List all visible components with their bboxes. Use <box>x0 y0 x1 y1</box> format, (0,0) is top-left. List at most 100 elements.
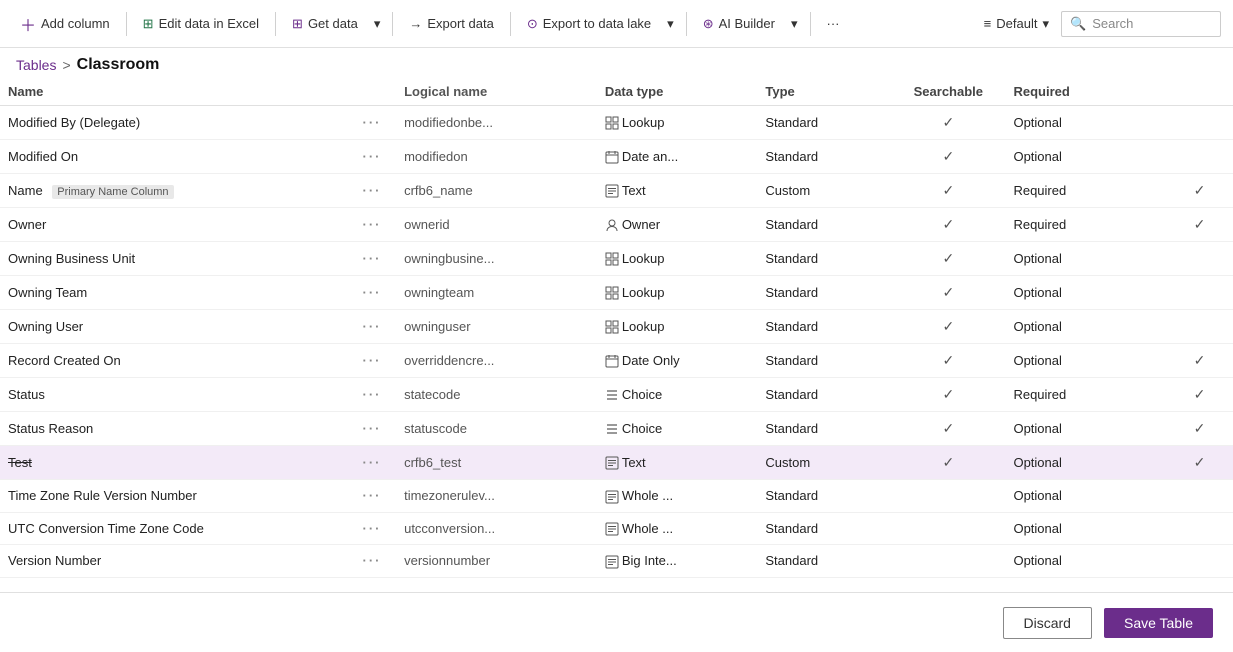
cell-logical-name: timezonerulev... <box>396 480 597 513</box>
cell-data-type: Choice <box>597 412 758 446</box>
searchable-check: ✓ <box>942 386 954 402</box>
table-row[interactable]: Status Reason···statuscodeChoiceStandard… <box>0 412 1233 446</box>
table-row[interactable]: Owning User···owninguserLookupStandard✓O… <box>0 310 1233 344</box>
get-data-button[interactable]: ⊞ Get data <box>284 11 366 37</box>
footer: Discard Save Table <box>0 592 1233 652</box>
more-options-icon[interactable]: ··· <box>363 488 382 503</box>
cell-required-check <box>1166 512 1233 545</box>
export-lake-button[interactable]: ⊙ Export to data lake <box>519 11 659 37</box>
more-options-icon[interactable]: ··· <box>363 553 382 568</box>
more-options-icon[interactable]: ··· <box>363 149 382 164</box>
add-column-button[interactable]: ＋ Add column <box>12 7 118 41</box>
cell-searchable: ✓ <box>891 208 1005 242</box>
table-row[interactable]: Status···statecodeChoiceStandard✓Require… <box>0 378 1233 412</box>
search-icon: 🔍 <box>1070 16 1086 32</box>
discard-button[interactable]: Discard <box>1003 607 1092 639</box>
cell-logical-name: crfb6_test <box>396 446 597 480</box>
searchable-check: ✓ <box>942 352 954 368</box>
searchable-check: ✓ <box>942 250 954 266</box>
cell-required-check: ✓ <box>1166 174 1233 208</box>
cell-required-check: ✓ <box>1166 378 1233 412</box>
cell-more-options[interactable]: ··· <box>348 106 396 140</box>
export-data-icon: → <box>409 16 422 31</box>
table-row[interactable]: Modified By (Delegate)···modifiedonbe...… <box>0 106 1233 140</box>
get-data-icon: ⊞ <box>292 16 303 32</box>
table-row[interactable]: Modified On···modifiedonDate an...Standa… <box>0 140 1233 174</box>
table-row[interactable]: Owning Team···owningteamLookupStandard✓O… <box>0 276 1233 310</box>
separator-3 <box>392 12 393 36</box>
cell-searchable: ✓ <box>891 344 1005 378</box>
cell-more-options[interactable]: ··· <box>348 446 396 480</box>
cell-more-options[interactable]: ··· <box>348 242 396 276</box>
cell-type: Custom <box>757 446 891 480</box>
more-options-icon[interactable]: ··· <box>363 353 382 368</box>
more-options-icon[interactable]: ··· <box>363 285 382 300</box>
cell-name: Owning Team <box>0 276 348 310</box>
export-lake-dropdown[interactable]: ▾ <box>663 11 678 37</box>
cell-name: Owning Business Unit <box>0 242 348 276</box>
save-table-button[interactable]: Save Table <box>1104 608 1213 638</box>
cell-required: Optional <box>1005 106 1166 140</box>
default-dropdown-icon: ▾ <box>1042 16 1049 32</box>
table-row[interactable]: Test···crfb6_testTextCustom✓Optional✓ <box>0 446 1233 480</box>
more-options-icon[interactable]: ··· <box>363 183 382 198</box>
col-header-name: Name <box>0 78 348 106</box>
cell-required-check: ✓ <box>1166 446 1233 480</box>
more-options-icon[interactable]: ··· <box>363 455 382 470</box>
cell-required: Optional <box>1005 545 1166 578</box>
cell-data-type: Owner <box>597 208 758 242</box>
table-row[interactable]: Owner···owneridOwnerStandard✓Required✓ <box>0 208 1233 242</box>
cell-more-options[interactable]: ··· <box>348 310 396 344</box>
cell-more-options[interactable]: ··· <box>348 378 396 412</box>
cell-required-check <box>1166 480 1233 513</box>
more-options-icon[interactable]: ··· <box>363 421 382 436</box>
cell-more-options[interactable]: ··· <box>348 512 396 545</box>
cell-name: Time Zone Rule Version Number <box>0 480 348 513</box>
cell-required-check <box>1166 106 1233 140</box>
ai-builder-button[interactable]: ⊛ AI Builder <box>695 11 783 37</box>
edit-excel-button[interactable]: ⊞ Edit data in Excel <box>135 11 267 37</box>
search-box[interactable]: 🔍 Search <box>1061 11 1221 37</box>
dropdown-arrow-get-data[interactable]: ▾ <box>370 11 385 37</box>
export-data-button[interactable]: → Export data <box>401 11 502 36</box>
separator-1 <box>126 12 127 36</box>
cell-data-type: Text <box>597 446 758 480</box>
cell-name: Test <box>0 446 348 480</box>
more-options-icon[interactable]: ··· <box>363 217 382 232</box>
more-options-icon[interactable]: ··· <box>363 387 382 402</box>
table-row[interactable]: Time Zone Rule Version Number ··· timezone… <box>0 480 1233 513</box>
cell-name: Version Number <box>0 545 348 578</box>
cell-more-options[interactable]: ··· <box>348 276 396 310</box>
cell-more-options[interactable]: ··· <box>348 344 396 378</box>
table-row[interactable]: Owning Business Unit···owningbusine...Lo… <box>0 242 1233 276</box>
breadcrumb-tables-link[interactable]: Tables <box>16 57 56 73</box>
table-row[interactable]: UTC Conversion Time Zone Code···utcconve… <box>0 512 1233 545</box>
more-options-icon[interactable]: ··· <box>363 251 382 266</box>
cell-more-options[interactable]: ··· <box>348 174 396 208</box>
default-button[interactable]: ≡ Default ▾ <box>976 11 1057 37</box>
table-row[interactable]: Version Number···versionnumberBig Inte..… <box>0 545 1233 578</box>
cell-required-check <box>1166 310 1233 344</box>
cell-name: Status <box>0 378 348 412</box>
cell-data-type: Lookup <box>597 310 758 344</box>
cell-logical-name: statuscode <box>396 412 597 446</box>
more-options-icon[interactable]: ··· <box>363 115 382 130</box>
cell-more-options[interactable]: ··· <box>348 480 396 513</box>
cell-more-options[interactable]: ··· <box>348 140 396 174</box>
cell-more-options[interactable]: ··· <box>348 545 396 578</box>
cell-required-check <box>1166 545 1233 578</box>
cell-more-options[interactable]: ··· <box>348 412 396 446</box>
cell-more-options[interactable]: ··· <box>348 208 396 242</box>
more-options-icon[interactable]: ··· <box>363 521 382 536</box>
cell-required: Optional <box>1005 480 1166 513</box>
col-header-searchable: Searchable <box>891 78 1005 106</box>
table-row[interactable]: Name Primary Name Column···crfb6_nameTex… <box>0 174 1233 208</box>
more-button[interactable]: ··· <box>819 11 848 36</box>
more-options-icon[interactable]: ··· <box>363 319 382 334</box>
cell-data-type: Lookup <box>597 242 758 276</box>
ai-builder-dropdown[interactable]: ▾ <box>787 11 802 37</box>
table-row[interactable]: Record Created On···overriddencre...Date… <box>0 344 1233 378</box>
cell-searchable <box>891 545 1005 578</box>
cell-required: Optional <box>1005 512 1166 545</box>
cell-searchable: ✓ <box>891 446 1005 480</box>
